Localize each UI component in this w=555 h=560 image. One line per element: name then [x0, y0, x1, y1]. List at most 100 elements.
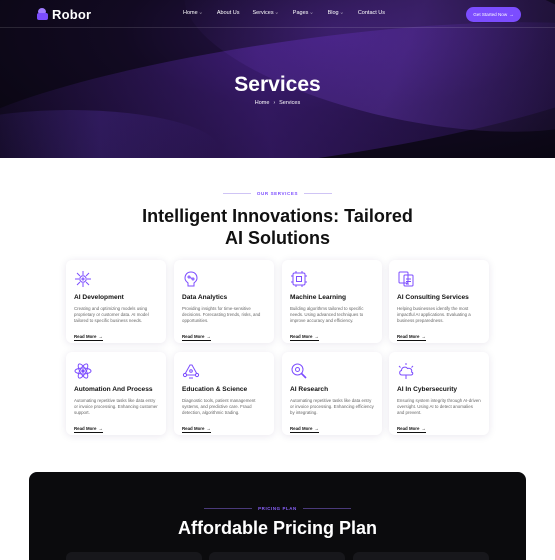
- read-more-label: Read More: [182, 334, 205, 339]
- ai-research-icon: [290, 362, 308, 380]
- chevron-right-icon: ›: [273, 100, 276, 106]
- nav-label: Contact Us: [357, 10, 386, 16]
- chevron-down-icon: ⌄: [309, 10, 314, 16]
- logo-text: Robor: [52, 6, 92, 22]
- nav-label: Home: [183, 10, 198, 16]
- section-title-line: Intelligent Innovations: Tailored: [142, 206, 413, 226]
- arrow-right-icon: →: [421, 334, 426, 339]
- card-description: Creating and optimizing models using pro…: [74, 306, 149, 324]
- card-title: AI In Cybersecurity: [397, 386, 458, 393]
- read-more-label: Read More: [397, 426, 420, 431]
- data-analytics-icon: [182, 270, 200, 288]
- pricing-card[interactable]: [353, 552, 489, 560]
- arrow-right-icon: →: [421, 426, 426, 431]
- eyebrow-text: OUR SERVICES: [256, 191, 299, 196]
- chevron-down-icon: ⌄: [339, 10, 344, 16]
- eyebrow-text: PRICING PLAN: [258, 506, 297, 511]
- read-more-link[interactable]: Read More →: [397, 334, 426, 341]
- read-more-label: Read More: [290, 334, 313, 339]
- chevron-down-icon: ⌄: [198, 10, 203, 16]
- education-science-icon: [182, 362, 200, 380]
- card-title: Automation And Process: [74, 386, 153, 393]
- divider: [222, 193, 251, 194]
- read-more-label: Read More: [74, 426, 97, 431]
- hero-banner: Robor Home ⌄ About Us Services ⌄ Pages ⌄ Bl…: [0, 0, 555, 158]
- nav-label: Services: [252, 10, 274, 16]
- card-title: Data Analytics: [182, 294, 228, 301]
- chevron-down-icon: ⌄: [274, 10, 279, 16]
- section-eyebrow: PRICING PLAN: [29, 506, 526, 511]
- card-description: Diagnostic tools, patient management sys…: [182, 398, 256, 416]
- read-more-label: Read More: [397, 334, 420, 339]
- arrow-right-icon: →: [509, 12, 514, 17]
- card-description: Ensuring system integrity through AI-dri…: [397, 398, 481, 416]
- card-title: AI Research: [290, 386, 329, 393]
- section-eyebrow: OUR SERVICES: [0, 191, 555, 196]
- read-more-link[interactable]: Read More →: [74, 334, 103, 341]
- card-description: Building algorithms tailored to specific…: [290, 306, 364, 324]
- section-title: Affordable Pricing Plan: [177, 518, 378, 538]
- nav-item-services[interactable]: Services ⌄: [253, 10, 279, 16]
- arrow-right-icon: →: [206, 426, 211, 431]
- cybersecurity-icon: [397, 362, 415, 380]
- ai-consulting-icon: [397, 270, 415, 288]
- nav-label: Blog: [327, 10, 339, 16]
- nav-item-blog[interactable]: Blog ⌄: [328, 10, 344, 16]
- breadcrumb-current: Services: [279, 100, 301, 106]
- service-card[interactable]: Automation And Process Automating repeti…: [66, 352, 166, 435]
- section-title-line: AI Solutions: [225, 228, 330, 248]
- read-more-link[interactable]: Read More →: [397, 426, 426, 433]
- service-card[interactable]: AI In Cybersecurity Ensuring system inte…: [389, 352, 489, 435]
- ai-brain-icon: [74, 270, 92, 288]
- read-more-link[interactable]: Read More →: [182, 426, 211, 433]
- section-title: Intelligent Innovations: Tailored AI Sol…: [0, 205, 555, 249]
- nav-item-contact[interactable]: Contact Us: [358, 10, 385, 16]
- nav-item-pages[interactable]: Pages ⌄: [293, 10, 314, 16]
- robot-logo-icon: [37, 8, 48, 20]
- divider: [304, 193, 333, 194]
- card-description: Automating repetitive tasks like data en…: [290, 398, 374, 416]
- card-title: AI Development: [74, 294, 124, 301]
- arrow-right-icon: →: [314, 334, 319, 339]
- nav-label: Pages: [292, 10, 309, 16]
- nav-item-about[interactable]: About Us: [217, 10, 240, 16]
- read-more-link[interactable]: Read More →: [182, 334, 211, 341]
- service-card[interactable]: Machine Learning Building algorithms tai…: [282, 260, 382, 343]
- breadcrumb-home[interactable]: Home: [255, 100, 270, 106]
- read-more-link[interactable]: Read More →: [290, 426, 319, 433]
- card-description: Providing insights for time-sensitive de…: [182, 306, 261, 324]
- logo[interactable]: Robor: [37, 6, 91, 22]
- top-navbar: Robor Home ⌄ About Us Services ⌄ Pages ⌄ Bl…: [0, 0, 555, 28]
- read-more-label: Read More: [74, 334, 97, 339]
- service-card[interactable]: AI Research Automating repetitive tasks …: [282, 352, 382, 435]
- machine-learning-icon: [290, 270, 308, 288]
- divider: [302, 508, 351, 509]
- arrow-right-icon: →: [206, 334, 211, 339]
- main-menu: Home ⌄ About Us Services ⌄ Pages ⌄ Blog ⌄ Co…: [183, 10, 385, 16]
- automation-icon: [74, 362, 92, 380]
- read-more-label: Read More: [290, 426, 313, 431]
- read-more-link[interactable]: Read More →: [74, 426, 103, 433]
- card-description: Automating repetitive tasks like data en…: [74, 398, 158, 416]
- card-title: AI Consulting Services: [397, 294, 469, 301]
- read-more-label: Read More: [182, 426, 205, 431]
- service-card[interactable]: AI Consulting Services Helping businesse…: [389, 260, 489, 343]
- pricing-card[interactable]: [209, 552, 345, 560]
- arrow-right-icon: →: [98, 426, 103, 431]
- page-title: Services: [234, 73, 321, 96]
- service-card[interactable]: AI Development Creating and optimizing m…: [66, 260, 166, 343]
- nav-label: About Us: [216, 10, 240, 16]
- pricing-card[interactable]: [66, 552, 202, 560]
- arrow-right-icon: →: [314, 426, 319, 431]
- card-title: Machine Learning: [290, 294, 347, 301]
- read-more-link[interactable]: Read More →: [290, 334, 319, 341]
- get-started-button[interactable]: Get Started Now →: [466, 7, 521, 22]
- divider: [204, 508, 253, 509]
- card-title: Education & Science: [182, 386, 248, 393]
- card-description: Helping businesses identify the most imp…: [397, 306, 471, 324]
- nav-item-home[interactable]: Home ⌄: [183, 10, 203, 16]
- service-card[interactable]: Data Analytics Providing insights for ti…: [174, 260, 274, 343]
- cta-label: Get Started Now: [473, 12, 508, 17]
- arrow-right-icon: →: [98, 334, 103, 339]
- service-card[interactable]: Education & Science Diagnostic tools, pa…: [174, 352, 274, 435]
